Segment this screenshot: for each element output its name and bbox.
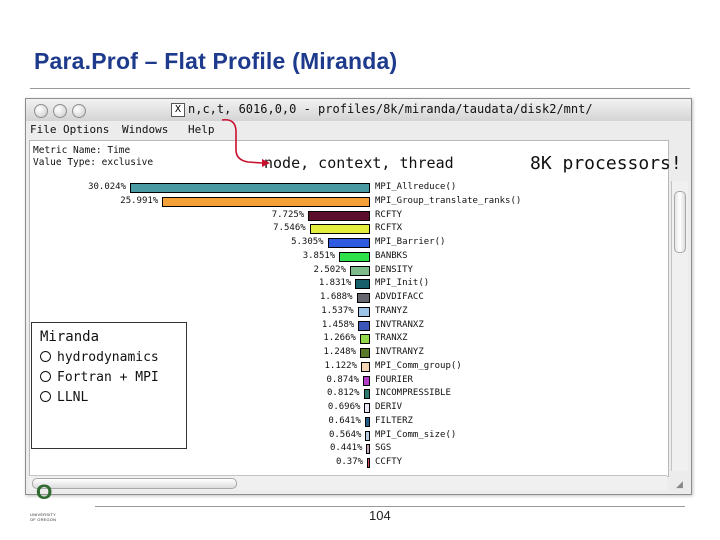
- title-divider: [30, 88, 690, 89]
- bullet-ring-icon: [40, 371, 51, 382]
- row-percentage: 0.696%: [327, 402, 361, 412]
- resize-grip-icon[interactable]: ◢: [676, 480, 688, 492]
- row-function-name[interactable]: MPI_Group_translate_ranks(): [375, 196, 521, 206]
- row-bar[interactable]: [367, 458, 370, 468]
- row-function-name[interactable]: FOURIER: [375, 375, 413, 385]
- callout-processors: 8K processors!: [530, 153, 682, 174]
- close-window-button[interactable]: [34, 104, 48, 118]
- row-percentage: 0.874%: [326, 374, 359, 385]
- row-function-name[interactable]: INVTRANXZ: [375, 320, 424, 330]
- footer-divider: [95, 506, 685, 507]
- row-bar[interactable]: [130, 183, 370, 193]
- row-bar[interactable]: [327, 238, 370, 248]
- row-percentage: 2.502%: [313, 264, 346, 275]
- row-percentage: 7.725%: [271, 209, 305, 220]
- row-function-name[interactable]: TRANXZ: [375, 333, 408, 343]
- row-bar[interactable]: [360, 348, 370, 358]
- row-bar[interactable]: [363, 389, 370, 400]
- row-bar[interactable]: [363, 375, 370, 386]
- row-function-name[interactable]: MPI_Init(): [375, 278, 429, 288]
- row-bar[interactable]: [357, 306, 370, 317]
- row-percentage: 25.991%: [120, 195, 159, 206]
- row-function-name[interactable]: MPI_Comm_size(): [375, 430, 456, 440]
- bullet-ring-icon: [40, 391, 51, 402]
- row-bar[interactable]: [358, 320, 370, 331]
- row-bar[interactable]: [361, 361, 370, 372]
- row-bar[interactable]: [365, 430, 370, 441]
- menu-help[interactable]: Help: [188, 123, 215, 136]
- row-bar[interactable]: [359, 334, 370, 345]
- info-bullet-item: LLNL: [40, 390, 88, 405]
- vertical-scroll-thumb[interactable]: [674, 191, 686, 253]
- row-percentage: 5.305%: [291, 237, 324, 247]
- menu-file[interactable]: File: [30, 123, 57, 136]
- row-function-name[interactable]: DENSITY: [375, 265, 413, 275]
- row-function-name[interactable]: INVTRANYZ: [375, 347, 424, 357]
- row-bar[interactable]: [339, 251, 370, 262]
- row-function-name[interactable]: DERIV: [375, 402, 402, 412]
- slide-title: Para.Prof – Flat Profile (Miranda): [34, 48, 398, 74]
- row-percentage: 1.831%: [318, 278, 352, 289]
- x11-icon: X: [171, 103, 185, 117]
- row-bar[interactable]: [308, 210, 370, 221]
- row-bar[interactable]: [366, 444, 370, 455]
- row-percentage: 0.37%: [335, 457, 364, 467]
- row-percentage: 1.458%: [321, 319, 355, 330]
- window-title: n,c,t, 6016,0,0 - profiles/8k/miranda/ta…: [188, 102, 593, 116]
- row-bar[interactable]: [350, 265, 370, 276]
- row-percentage: 0.564%: [328, 429, 362, 440]
- logo-o-icon: O: [36, 481, 53, 504]
- zoom-window-button[interactable]: [72, 104, 86, 118]
- row-function-name[interactable]: RCFTX: [375, 223, 402, 233]
- callout-node-context-thread: node, context, thread: [264, 154, 454, 172]
- row-bar[interactable]: [364, 416, 370, 427]
- info-bullet-item: hydrodynamics: [40, 350, 159, 365]
- row-function-name[interactable]: MPI_Barrier(): [375, 237, 445, 247]
- row-function-name[interactable]: FILTERZ: [375, 416, 413, 426]
- row-function-name[interactable]: CCFTY: [375, 457, 402, 467]
- row-function-name[interactable]: BANBKS: [375, 251, 408, 261]
- row-bar[interactable]: [162, 196, 370, 207]
- row-bar[interactable]: [364, 403, 370, 413]
- row-percentage: 1.537%: [321, 305, 354, 316]
- row-percentage: 1.248%: [323, 347, 357, 357]
- row-percentage: 1.266%: [323, 333, 356, 344]
- row-function-name[interactable]: ADVDIFACC: [375, 292, 424, 302]
- row-function-name[interactable]: RCFTY: [375, 210, 402, 220]
- row-percentage: 0.641%: [328, 415, 361, 426]
- info-bullet-item: Fortran + MPI: [40, 370, 159, 385]
- row-percentage: 1.688%: [319, 292, 353, 302]
- row-percentage: 1.122%: [324, 360, 358, 371]
- page-number: 104: [369, 508, 391, 523]
- row-percentage: 3.851%: [302, 250, 336, 261]
- row-bar[interactable]: [355, 279, 370, 290]
- row-function-name[interactable]: SGS: [375, 443, 391, 453]
- row-function-name[interactable]: TRANYZ: [375, 306, 408, 316]
- row-bar[interactable]: [356, 293, 370, 303]
- university-logo: O UNIVERSITY OF OREGON: [28, 481, 66, 526]
- menu-options[interactable]: Options: [63, 123, 109, 136]
- row-percentage: 0.812%: [326, 388, 360, 399]
- bullet-ring-icon: [40, 351, 51, 362]
- metric-name-label: Metric Name: Time: [33, 145, 131, 156]
- row-percentage: 0.441%: [329, 443, 363, 454]
- row-bar[interactable]: [309, 224, 370, 235]
- minimize-window-button[interactable]: [53, 104, 67, 118]
- value-type-label: Value Type: exclusive: [33, 157, 154, 168]
- horizontal-scrollbar[interactable]: [29, 475, 667, 490]
- info-box: Miranda hydrodynamics Fortran + MPI LLNL: [31, 322, 187, 449]
- window-titlebar[interactable]: X n,c,t, 6016,0,0 - profiles/8k/miranda/…: [26, 99, 691, 122]
- menu-bar: File Options Windows Help: [26, 121, 691, 139]
- row-percentage: 30.024%: [88, 182, 126, 192]
- logo-text: UNIVERSITY OF OREGON: [30, 512, 57, 522]
- info-box-title: Miranda: [40, 329, 100, 345]
- row-function-name[interactable]: MPI_Allreduce(): [375, 182, 456, 192]
- menu-windows[interactable]: Windows: [122, 123, 168, 136]
- row-function-name[interactable]: MPI_Comm_group(): [375, 361, 462, 371]
- row-function-name[interactable]: INCOMPRESSIBLE: [375, 388, 451, 398]
- vertical-scrollbar[interactable]: [671, 181, 688, 471]
- row-percentage: 7.546%: [273, 223, 306, 234]
